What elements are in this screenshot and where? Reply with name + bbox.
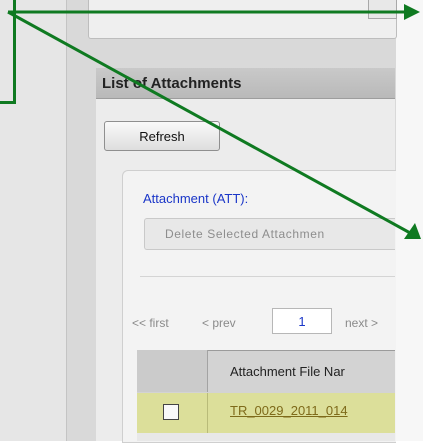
annotation-overlay [7,4,421,239]
annotation-line-diagonal [7,10,413,236]
annotation-arrowhead-right [404,4,420,20]
